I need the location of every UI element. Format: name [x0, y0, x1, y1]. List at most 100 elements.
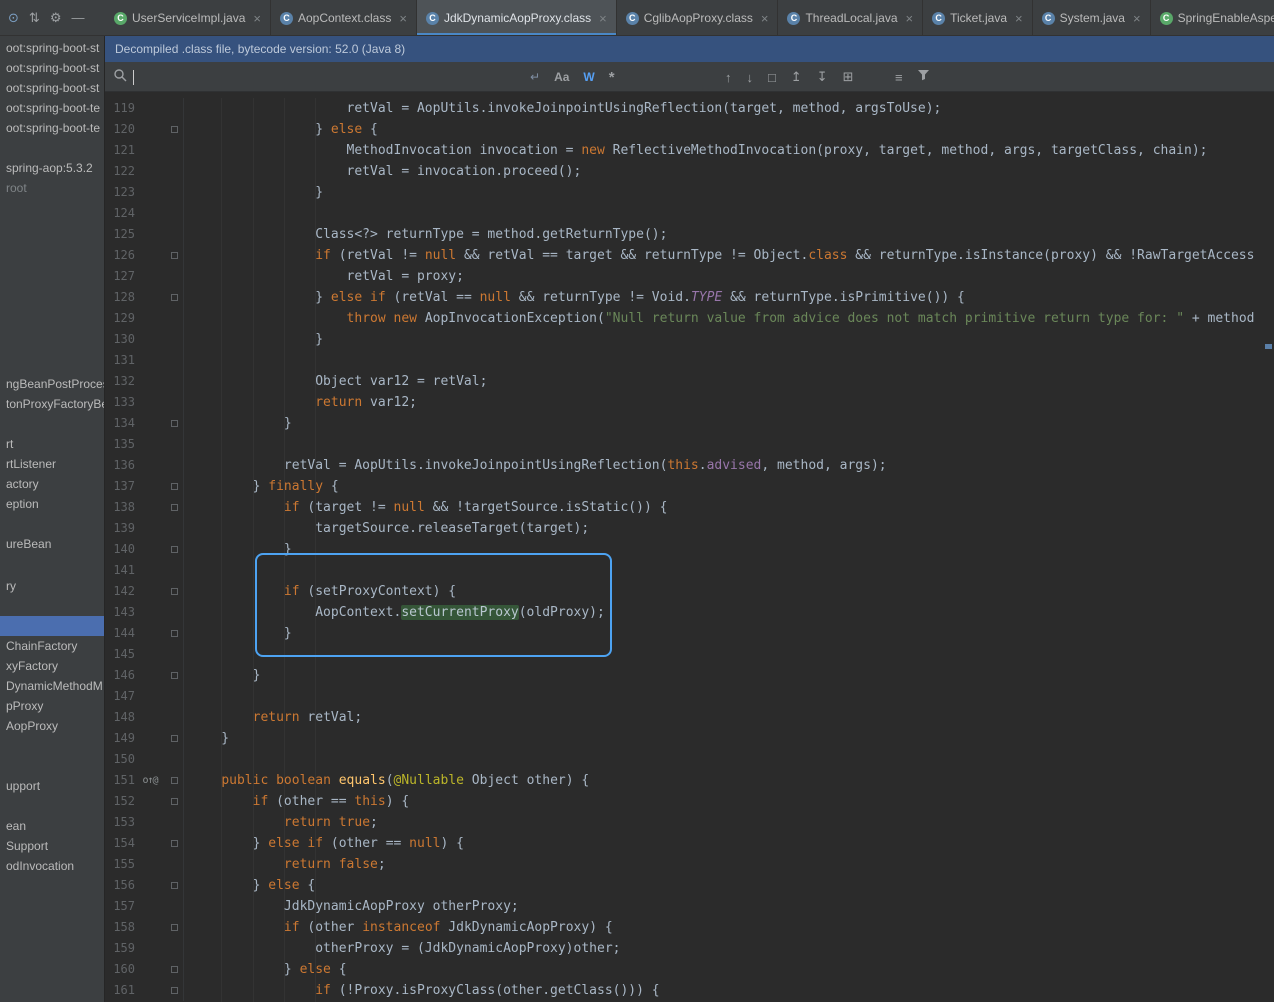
close-icon[interactable]: × — [399, 12, 407, 25]
code-line[interactable]: 148 return retVal; — [105, 707, 1274, 728]
fold-icon[interactable] — [170, 840, 178, 847]
fold-icon[interactable] — [170, 630, 178, 637]
code-line[interactable]: 161 if (!Proxy.isProxyClass(other.getCla… — [105, 980, 1274, 1001]
tree-item[interactable]: tonProxyFactoryBe — [0, 394, 104, 414]
code-line[interactable]: 134 } — [105, 413, 1274, 434]
tree-item[interactable]: oot:spring-boot-te — [0, 118, 104, 138]
next-occurrence-icon[interactable]: ↓ — [747, 70, 754, 85]
fold-icon[interactable] — [170, 252, 178, 259]
code-line[interactable]: 130 } — [105, 329, 1274, 350]
tree-item[interactable]: oot:spring-boot-te — [0, 98, 104, 118]
close-icon[interactable]: × — [906, 12, 914, 25]
code-line[interactable]: 157 JdkDynamicAopProxy otherProxy; — [105, 896, 1274, 917]
code-line[interactable]: 127 retVal = proxy; — [105, 266, 1274, 287]
fold-icon[interactable] — [170, 672, 178, 679]
code-line[interactable]: 145 — [105, 644, 1274, 665]
fold-icon[interactable] — [170, 504, 178, 511]
code-line[interactable]: 124 — [105, 203, 1274, 224]
next-match-icon[interactable]: ↧ — [817, 69, 828, 85]
filter-funnel-icon[interactable] — [917, 68, 930, 86]
tree-item[interactable]: actory — [0, 474, 104, 494]
code-line[interactable]: 140 } — [105, 539, 1274, 560]
tree-item[interactable]: upport — [0, 776, 104, 796]
close-icon[interactable]: × — [599, 12, 607, 25]
code-line[interactable]: 160 } else { — [105, 959, 1274, 980]
tree-item[interactable]: eption — [0, 494, 104, 514]
tree-item[interactable]: spring-aop:5.3.2 — [0, 158, 104, 178]
code-line[interactable]: 120 } else { — [105, 119, 1274, 140]
code-line[interactable]: 138 if (target != null && !targetSource.… — [105, 497, 1274, 518]
code-line[interactable]: 155 return false; — [105, 854, 1274, 875]
tree-item[interactable]: ureBean — [0, 534, 104, 554]
editor-pane[interactable]: 119 retVal = AopUtils.invokeJoinpointUsi… — [105, 92, 1274, 1002]
tree-item[interactable]: ChainFactory — [0, 636, 104, 656]
close-icon[interactable]: × — [761, 12, 769, 25]
tree-item[interactable]: ean — [0, 816, 104, 836]
tree-item[interactable]: Support — [0, 836, 104, 856]
code-line[interactable]: 159 otherProxy = (JdkDynamicAopProxy)oth… — [105, 938, 1274, 959]
tree-item[interactable]: ngBeanPostProces — [0, 374, 104, 394]
locate-file-icon[interactable]: ⊙ — [8, 11, 19, 24]
tree-item[interactable]: rtListener — [0, 454, 104, 474]
code-line[interactable]: 146 } — [105, 665, 1274, 686]
code-line[interactable]: 132 Object var12 = retVal; — [105, 371, 1274, 392]
code-line[interactable]: 144 } — [105, 623, 1274, 644]
editor-tab[interactable]: C AopContext.class × — [271, 0, 417, 35]
fold-icon[interactable] — [170, 987, 178, 994]
tree-item[interactable]: root — [0, 178, 104, 198]
code-line[interactable]: 126 if (retVal != null && retVal == targ… — [105, 245, 1274, 266]
close-icon[interactable]: × — [1133, 12, 1141, 25]
editor-tab[interactable]: C Ticket.java × — [923, 0, 1033, 35]
fold-icon[interactable] — [170, 546, 178, 553]
tree-item[interactable]: rt — [0, 434, 104, 454]
code-line[interactable]: 137 } finally { — [105, 476, 1274, 497]
fold-icon[interactable] — [170, 126, 178, 133]
code-line[interactable]: 129 throw new AopInvocationException("Nu… — [105, 308, 1274, 329]
fold-icon[interactable] — [170, 777, 178, 784]
code-line[interactable]: 156 } else { — [105, 875, 1274, 896]
newline-option-icon[interactable]: ↵ — [530, 70, 540, 84]
code-line[interactable]: 147 — [105, 686, 1274, 707]
code-line[interactable]: 150 — [105, 749, 1274, 770]
close-icon[interactable]: × — [1015, 12, 1023, 25]
editor-tab[interactable]: C UserServiceImpl.java × — [105, 0, 271, 35]
previous-occurrence-icon[interactable]: ↑ — [725, 70, 732, 85]
collapse-all-icon[interactable]: ⇅ — [29, 11, 40, 24]
tree-item[interactable]: ry — [0, 576, 104, 596]
hide-panel-icon[interactable]: — — [71, 11, 84, 24]
editor-tab[interactable]: C System.java × — [1033, 0, 1151, 35]
select-all-occurrences-icon[interactable]: □ — [768, 70, 776, 85]
editor-tab[interactable]: C JdkDynamicAopProxy.class × — [416, 0, 617, 35]
fold-icon[interactable] — [170, 966, 178, 973]
fold-icon[interactable] — [170, 798, 178, 805]
tree-item[interactable]: DynamicMethodM — [0, 676, 104, 696]
code-line[interactable]: 139 targetSource.releaseTarget(target); — [105, 518, 1274, 539]
code-line[interactable]: 158 if (other instanceof JdkDynamicAopPr… — [105, 917, 1274, 938]
fold-icon[interactable] — [170, 882, 178, 889]
regex-toggle[interactable]: * — [609, 69, 615, 86]
sort-icon[interactable]: ≡ — [895, 70, 903, 85]
code-line[interactable]: 152 if (other == this) { — [105, 791, 1274, 812]
tree-item[interactable]: AopProxy — [0, 716, 104, 736]
close-icon[interactable]: × — [253, 12, 261, 25]
search-input[interactable] — [113, 62, 134, 92]
code-line[interactable]: 121 MethodInvocation invocation = new Re… — [105, 140, 1274, 161]
code-line[interactable]: 153 return true; — [105, 812, 1274, 833]
code-line[interactable]: 123 } — [105, 182, 1274, 203]
fold-icon[interactable] — [170, 483, 178, 490]
tree-item[interactable]: pProxy — [0, 696, 104, 716]
code-line[interactable]: 135 — [105, 434, 1274, 455]
words-toggle[interactable]: W — [583, 70, 594, 84]
code-line[interactable]: 141 — [105, 560, 1274, 581]
editor-tab[interactable]: CSpringEnableAspectJAutoP× — [1151, 0, 1274, 35]
editor-tab[interactable]: C CglibAopProxy.class × — [617, 0, 779, 35]
fold-icon[interactable] — [170, 420, 178, 427]
code-line[interactable]: 154 } else if (other == null) { — [105, 833, 1274, 854]
previous-match-icon[interactable]: ↥ — [791, 69, 802, 85]
code-line[interactable]: 151 o↑@ public boolean equals(@Nullable O… — [105, 770, 1274, 791]
code-line[interactable]: 143 AopContext.setCurrentProxy(oldProxy)… — [105, 602, 1274, 623]
tree-item[interactable]: xyFactory — [0, 656, 104, 676]
code-line[interactable]: 128 } else if (retVal == null && returnT… — [105, 287, 1274, 308]
match-case-toggle[interactable]: Aa — [554, 70, 569, 84]
code-line[interactable]: 131 — [105, 350, 1274, 371]
